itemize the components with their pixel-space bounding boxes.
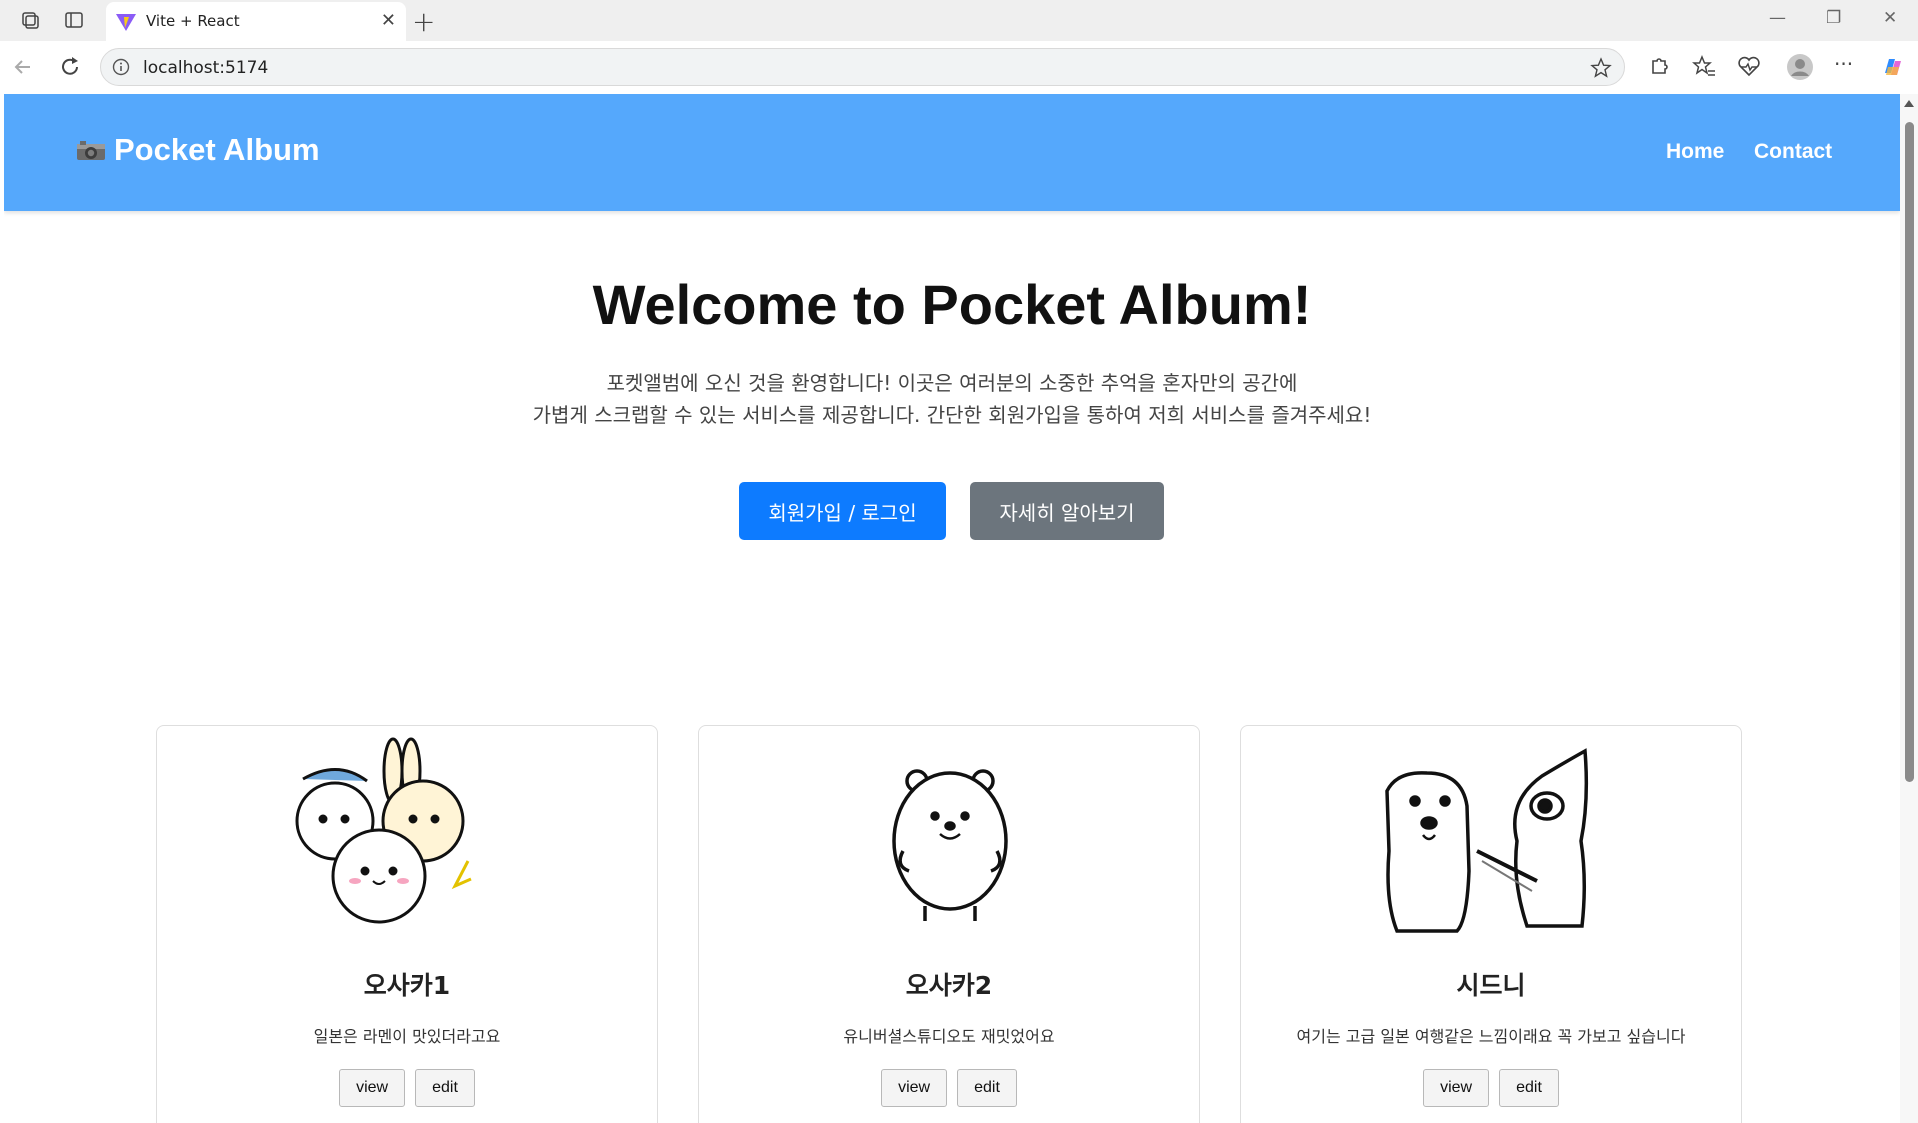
browser-tab[interactable]: Vite + React ✕ [106, 2, 406, 41]
more-menu-icon[interactable]: ··· [1834, 52, 1853, 76]
card-actions: view edit [157, 1069, 657, 1107]
view-button[interactable]: view [881, 1069, 948, 1107]
card-description: 여기는 고급 일본 여행같은 느낌이래요 꼭 가보고 싶습니다 [1296, 1027, 1686, 1046]
signup-login-button[interactable]: 회원가입 / 로그인 [739, 482, 946, 540]
close-window-icon[interactable]: ✕ [1883, 8, 1897, 28]
favorite-star-icon[interactable] [1590, 57, 1612, 79]
learn-more-button[interactable]: 자세히 알아보기 [970, 482, 1164, 540]
new-tab-icon[interactable]: + [412, 5, 435, 38]
address-bar[interactable]: localhost:5174 [100, 48, 1625, 86]
back-icon[interactable] [10, 53, 38, 81]
edit-button[interactable]: edit [1499, 1069, 1559, 1107]
album-card: 오사카2 유니버셜스튜디오도 재밋었어요 view edit [698, 725, 1200, 1123]
brand-logo[interactable]: Pocket Album [76, 132, 320, 168]
brand-name: Pocket Album [114, 132, 320, 167]
tab-title: Vite + React [146, 12, 240, 30]
card-description: 일본은 라멘이 맛있더라고요 [313, 1027, 501, 1046]
page-viewport: Pocket Album Home Contact Welcome to Poc… [4, 94, 1900, 1123]
card-title: 오사카1 [363, 971, 451, 1000]
hero-description: 포켓앨범에 오신 것을 환영합니다! 이곳은 여러분의 소중한 추억을 혼자만의… [4, 367, 1900, 431]
cartoon-dog-image [1385, 748, 1589, 933]
card-title: 시드니 [1456, 971, 1526, 1000]
vite-logo-icon [116, 14, 136, 31]
copilot-icon[interactable] [1879, 53, 1907, 81]
url-text: localhost:5174 [143, 58, 269, 78]
scroll-thumb[interactable] [1905, 122, 1914, 782]
scroll-up-icon[interactable] [1904, 100, 1914, 107]
restore-icon[interactable]: ❐ [1826, 8, 1841, 28]
favorites-icon[interactable] [1690, 53, 1718, 81]
browser-tab-bar: Vite + React ✕ + — ❐ ✕ [0, 0, 1918, 41]
hero-title: Welcome to Pocket Album! [592, 273, 1312, 336]
browser-essentials-icon[interactable] [1735, 53, 1763, 81]
hero-description-line-1: 포켓앨범에 오신 것을 환영합니다! 이곳은 여러분의 소중한 추억을 혼자만의… [606, 371, 1298, 395]
camera-icon [77, 141, 105, 160]
nav-home[interactable]: Home [1666, 140, 1724, 164]
album-card: 오사카1 일본은 라멘이 맛있더라고요 view edit [156, 725, 658, 1123]
extensions-icon[interactable] [1645, 53, 1673, 81]
site-info-icon[interactable] [112, 58, 130, 76]
view-button[interactable]: view [339, 1069, 406, 1107]
cartoon-bear-image [892, 769, 1008, 921]
card-description: 유니버셜스튜디오도 재밋었어요 [843, 1027, 1055, 1046]
nav-contact[interactable]: Contact [1754, 140, 1832, 164]
minimize-icon[interactable]: — [1769, 8, 1786, 28]
card-actions: view edit [1241, 1069, 1741, 1107]
page-scrollbar[interactable] [1900, 94, 1918, 1123]
album-card: 시드니 여기는 고급 일본 여행같은 느낌이래요 꼭 가보고 싶습니다 view… [1240, 725, 1742, 1123]
reload-icon[interactable] [56, 53, 84, 81]
profile-avatar-icon[interactable] [1786, 53, 1814, 81]
site-header: Pocket Album Home Contact [4, 94, 1900, 211]
edit-button[interactable]: edit [415, 1069, 475, 1107]
cartoon-trio-image [295, 737, 472, 924]
vertical-tabs-icon[interactable] [63, 9, 85, 31]
workspaces-icon[interactable] [19, 9, 41, 31]
card-title: 오사카2 [905, 971, 993, 1000]
close-tab-icon[interactable]: ✕ [381, 10, 396, 31]
hero-description-line-2: 가볍게 스크랩할 수 있는 서비스를 제공합니다. 간단한 회원가입을 통하여 … [532, 403, 1372, 427]
edit-button[interactable]: edit [957, 1069, 1017, 1107]
card-actions: view edit [699, 1069, 1199, 1107]
browser-toolbar: localhost:5174 ··· [0, 41, 1918, 94]
view-button[interactable]: view [1423, 1069, 1490, 1107]
